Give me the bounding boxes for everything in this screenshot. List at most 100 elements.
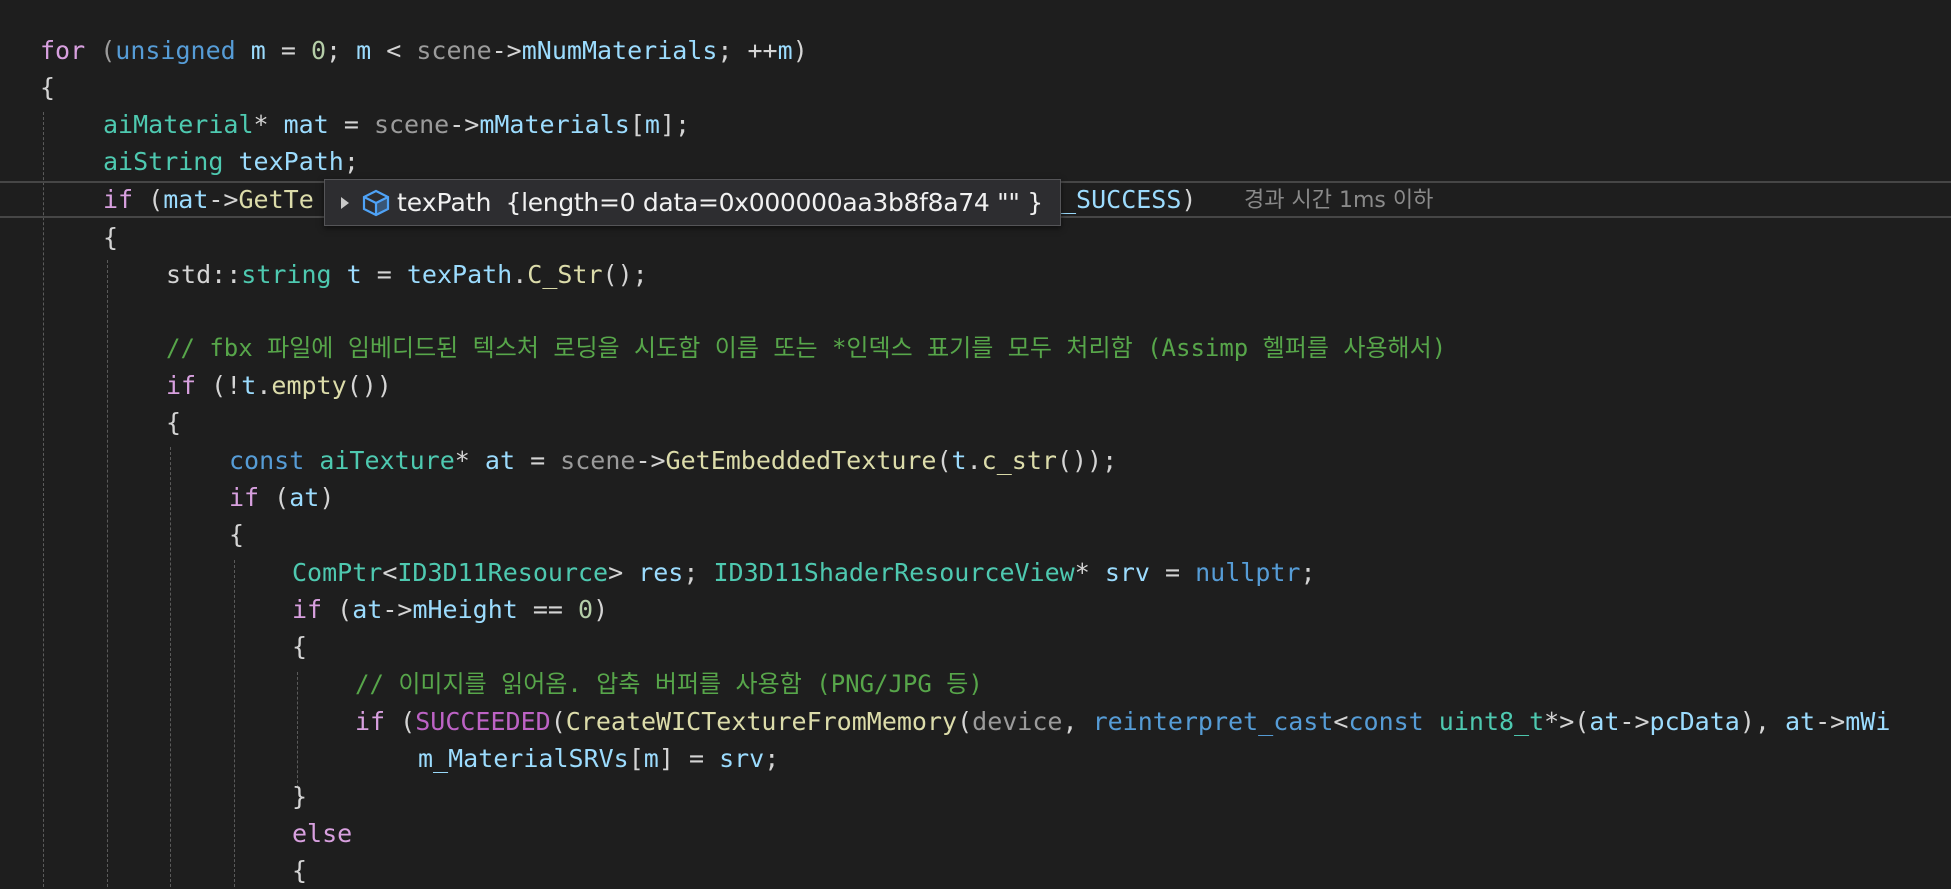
code-token: m: [250, 36, 266, 65]
code-line[interactable]: {: [0, 852, 1951, 889]
expand-arrow-icon[interactable]: [341, 196, 349, 209]
code-token: ;: [683, 558, 714, 587]
code-token: scene: [560, 446, 636, 475]
code-token: ->: [449, 110, 480, 139]
code-line[interactable]: }: [0, 778, 1951, 815]
code-line[interactable]: const aiTexture* at = scene->GetEmbedded…: [0, 442, 1951, 479]
code-line[interactable]: if (at): [0, 479, 1951, 516]
code-line[interactable]: std::string t = texPath.C_Str();: [0, 256, 1951, 293]
code-token: const: [1348, 707, 1424, 736]
code-token: ID3D11ShaderResourceView: [713, 558, 1075, 587]
code-token: if: [292, 595, 323, 624]
code-token: ID3D11Resource: [397, 558, 609, 587]
code-token: (!: [196, 371, 242, 400]
code-token: =: [328, 110, 374, 139]
code-line[interactable]: // 이미지를 읽어옴. 압축 버퍼를 사용함 (PNG/JPG 등): [0, 666, 1951, 703]
code-token: scene: [373, 110, 450, 139]
code-token: for: [40, 36, 86, 65]
code-token: if: [229, 483, 260, 512]
code-token: *: [1074, 558, 1105, 587]
datatip-variable-value[interactable]: {length=0 data=0x000000aa3b8f8a74 "" }: [505, 188, 1043, 217]
code-line[interactable]: // fbx 파일에 임베디드된 텍스처 로딩을 시도함 이름 또는 *인덱스 …: [0, 330, 1951, 367]
code-token: ());: [1056, 446, 1118, 475]
code-token: else: [292, 819, 353, 848]
code-token: *: [454, 446, 485, 475]
code-token: at: [289, 483, 320, 512]
code-token: 0: [310, 36, 327, 65]
code-token: t: [951, 446, 967, 475]
code-line[interactable]: {: [0, 404, 1951, 441]
code-token: m: [777, 36, 793, 65]
code-line[interactable]: if (SUCCEEDED(CreateWICTextureFromMemory…: [0, 703, 1951, 740]
code-token: ; ++: [717, 36, 778, 65]
code-token: ->: [635, 446, 666, 475]
code-token: if: [103, 185, 134, 214]
code-token: aiMaterial: [103, 110, 254, 139]
code-token: mMaterials: [479, 110, 630, 139]
code-token: *>(: [1544, 707, 1590, 736]
code-line[interactable]: if (!t.empty()): [0, 367, 1951, 404]
code-token: (: [133, 185, 164, 214]
code-token: SUCCEEDED: [415, 707, 551, 736]
code-token: at: [1589, 707, 1620, 736]
code-token: ->: [491, 36, 522, 65]
code-token: *: [253, 110, 284, 139]
code-token: ): [792, 36, 808, 65]
code-token: {: [292, 632, 308, 661]
code-token: (: [322, 595, 353, 624]
code-token: =: [265, 36, 311, 65]
code-line[interactable]: aiMaterial* mat = scene->mMaterials[m];: [0, 106, 1951, 143]
code-token: m_MaterialSRVs: [418, 744, 629, 773]
code-token: aiString: [103, 147, 224, 176]
code-line[interactable]: {: [0, 628, 1951, 665]
code-token: GetTe: [238, 185, 314, 214]
code-token: (: [550, 707, 566, 736]
code-line[interactable]: m_MaterialSRVs[m] = srv;: [0, 740, 1951, 777]
code-token: {: [166, 408, 182, 437]
code-token: ::: [211, 260, 242, 289]
code-token: reinterpret_cast: [1092, 707, 1334, 736]
code-line[interactable]: aiString texPath;: [0, 143, 1951, 180]
code-token: {: [40, 73, 56, 102]
code-line[interactable]: if (at->mHeight == 0): [0, 591, 1951, 628]
code-line[interactable]: else: [0, 815, 1951, 852]
code-editor[interactable]: for (unsigned m = 0; m < scene->mNumMate…: [0, 0, 1951, 887]
code-token: ;: [764, 744, 780, 773]
code-token: texPath: [406, 260, 513, 289]
code-token: {: [229, 520, 245, 549]
code-token: mat: [283, 110, 329, 139]
code-token: [: [629, 110, 645, 139]
code-line[interactable]: {: [0, 69, 1951, 106]
code-token: uint8_t: [1438, 707, 1545, 736]
datatip-variable-name[interactable]: texPath: [397, 188, 491, 217]
code-token: =: [361, 260, 407, 289]
code-token: ->: [1619, 707, 1650, 736]
debugger-datatip[interactable]: texPath {length=0 data=0x000000aa3b8f8a7…: [324, 179, 1061, 226]
code-token: t: [346, 260, 362, 289]
code-token: =: [515, 446, 561, 475]
code-token: ()): [346, 371, 392, 400]
code-line[interactable]: ComPtr<ID3D11Resource> res; ID3D11Shader…: [0, 554, 1951, 591]
code-token: mat: [163, 185, 209, 214]
code-token: mNumMaterials: [521, 36, 718, 65]
code-token: }: [292, 782, 308, 811]
code-token: at: [484, 446, 516, 475]
code-token: c_str: [981, 446, 1057, 475]
code-comment: // fbx 파일에 임베디드된 텍스처 로딩을 시도함 이름 또는 *인덱스 …: [166, 334, 1447, 362]
code-token: unsigned: [115, 36, 236, 65]
code-line[interactable]: for (unsigned m = 0; m < scene->mNumMate…: [0, 32, 1951, 69]
code-token: std: [166, 260, 212, 289]
code-token: {: [292, 856, 308, 885]
code-token: aiTexture: [319, 446, 455, 475]
code-token: ;: [1300, 558, 1316, 587]
code-token: scene: [416, 36, 492, 65]
code-token: pcData: [1649, 707, 1740, 736]
code-token: ): [319, 483, 335, 512]
code-token: ];: [659, 110, 691, 139]
code-token: at: [352, 595, 383, 624]
code-comment: // 이미지를 읽어옴. 압축 버퍼를 사용함 (PNG/JPG 등): [355, 670, 983, 698]
code-line[interactable]: {: [0, 516, 1951, 553]
perf-tip[interactable]: 경과 시간 1ms 이하: [1244, 182, 1433, 219]
